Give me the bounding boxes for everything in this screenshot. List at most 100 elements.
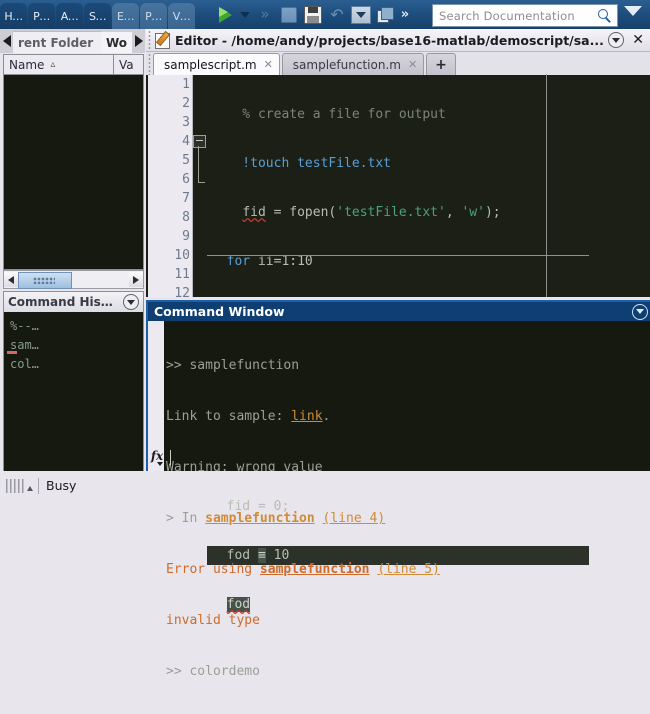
editor-titlebar: Editor - /home/andy/projects/base16-matl… [146,29,650,52]
scrollbar-thumb[interactable] [18,272,72,289]
undo-dropdown-icon[interactable] [349,2,373,27]
editor-column-guide [546,74,547,297]
sidebar-tab-current-folder[interactable]: rent Folder [13,31,101,53]
toolbar-tab-publish[interactable]: P… [140,3,167,29]
list-item[interactable]: sam… [4,335,143,354]
panel-menu-icon[interactable] [632,303,648,320]
column-label: Name [9,57,45,72]
overflow-chevron-icon[interactable]: » [397,2,415,27]
line-number: 5 [182,153,190,168]
left-tabs-scroll-left-icon[interactable] [0,29,13,53]
code-editor-area[interactable]: 1 2- 3- 4- 5 6- 7 8 9- 10- 11- 12 [146,75,650,612]
line-number: 10- [174,248,200,263]
column-label: Va [119,57,134,72]
command-prompt-caret [170,450,171,465]
matlab-window: H… P… A… S… E… P… V… » ↶ » Search Docume… [0,0,650,679]
workspace-table-body[interactable] [4,75,143,268]
code-folding-column[interactable] [193,75,207,297]
editor-title: Editor - /home/andy/projects/base16-matl… [175,32,604,48]
toolbar-tab-editor[interactable]: E… [112,3,139,29]
line-number: 4- [182,134,200,149]
code-fold-toggle-icon[interactable] [193,135,206,148]
output-link[interactable]: (line 4) [323,511,386,526]
stop-icon[interactable] [277,2,301,27]
left-panel-column: rent Folder Wo Name ▵ Va Command His… %-… [0,29,145,500]
line-number: 6- [182,172,200,187]
left-tabs-scroll-right-icon[interactable] [132,29,145,53]
sort-ascending-icon: ▵ [50,59,56,70]
toolbar-tab-label: A… [60,9,79,23]
workspace-column-value[interactable]: Va [114,55,134,74]
command-window-output[interactable]: >> samplefunction Link to sample: link. … [166,323,646,714]
sidebar-tab-label: Wo [105,35,127,50]
tab-samplescript[interactable]: samplescript.m ✕ [153,53,280,75]
tab-label: samplescript.m [164,57,257,72]
sidebar-tab-label: rent Folder [18,35,94,50]
undo-icon[interactable]: ↶ [325,2,349,27]
output-line: >> samplefunction [166,358,300,373]
code-line[interactable]: !touch testFile.txt [207,154,589,173]
busy-dropdown-icon[interactable] [27,485,33,491]
scrollbar-track[interactable] [18,272,129,289]
workspace-horizontal-scrollbar[interactable] [3,270,144,289]
workspace-column-name[interactable]: Name ▵ [4,55,114,74]
workspace-table: Name ▵ Va [3,54,144,270]
output-link[interactable]: samplefunction [260,562,370,577]
toolbar-tab-label: P… [33,9,50,23]
main-toolbar: H… P… A… S… E… P… V… » ↶ » Search Docume… [0,0,650,29]
save-icon[interactable] [301,2,325,27]
output-line: invalid type [166,613,260,628]
editor-pencil-icon [155,30,171,49]
run-icon[interactable] [213,2,237,27]
line-number: 3- [182,115,200,130]
code-line[interactable]: fid = fopen('testFile.txt', 'w'); [207,203,589,222]
fold-bracket-line [198,146,199,183]
close-icon[interactable]: ✕ [264,58,273,71]
run-dropdown-icon[interactable] [237,2,253,27]
list-item[interactable]: col… [4,354,143,373]
panel-drag-handle[interactable] [146,29,153,51]
status-bar: Busy [0,471,650,500]
toolbar-tab-home[interactable]: H… [0,3,27,29]
code-section-divider [207,255,589,256]
tab-samplefunction[interactable]: samplefunction.m ✕ [281,53,425,75]
command-window-title: Command Window [154,304,285,319]
command-window-body[interactable]: >> samplefunction Link to sample: link. … [148,321,650,679]
scroll-right-icon[interactable] [129,272,143,287]
line-number-gutter: 1 2- 3- 4- 5 6- 7 8 9- 10- 11- 12 [148,75,200,301]
sidebar-tab-workspace[interactable]: Wo [100,32,132,53]
toolbar-tab-label: H… [4,9,23,23]
list-item[interactable]: %--… [4,316,143,335]
close-icon[interactable]: ✕ [630,33,650,47]
search-documentation-input[interactable]: Search Documentation [432,4,618,27]
panel-menu-icon[interactable] [123,294,139,310]
scroll-left-icon[interactable] [4,272,18,287]
toolbar-tab-plots[interactable]: P… [28,3,55,29]
search-icon[interactable] [596,7,614,25]
command-window-titlebar: Command Window [148,302,650,321]
toolbar-tab-view[interactable]: V… [168,3,195,29]
output-link[interactable]: (line 5) [377,562,440,577]
command-history-panel: Command His… %--… sam… col… [3,291,144,500]
output-link[interactable]: samplefunction [205,511,315,526]
editor-panel: Editor - /home/andy/projects/base16-matl… [146,29,650,612]
close-icon[interactable]: ✕ [408,58,417,71]
line-number: 2- [182,96,200,111]
toolbar-tab-apps[interactable]: A… [56,3,83,29]
tabstrip-drag-handle[interactable] [146,52,153,75]
toolbar-tab-shortcuts[interactable]: S… [84,3,111,29]
run-advance-icon[interactable]: » [253,2,277,27]
code-text[interactable]: % create a file for output !touch testFi… [207,75,589,612]
workspace-table-header: Name ▵ Va [4,55,143,75]
new-tab-button[interactable]: + [426,53,456,75]
output-link[interactable]: link [291,409,322,424]
new-tab-label: + [435,56,447,73]
toolbar-expand-icon[interactable] [624,6,642,16]
status-divider [38,477,39,494]
function-browser-icon[interactable]: fx [149,449,165,467]
panel-menu-icon[interactable] [608,32,625,48]
layers-icon[interactable] [373,2,397,27]
code-line[interactable]: % create a file for output [207,105,589,124]
busy-indicator-icon [6,478,26,493]
line-number: 1 [182,77,190,92]
